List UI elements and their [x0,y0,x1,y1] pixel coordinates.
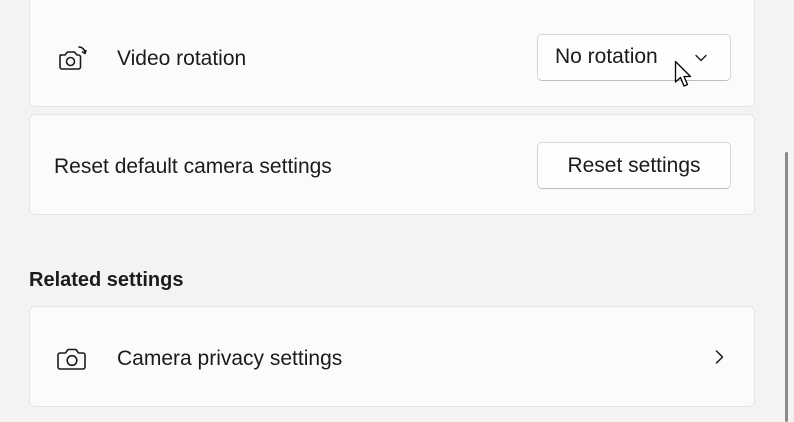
chevron-down-icon [695,54,707,62]
reset-camera-label: Reset default camera settings [54,155,332,178]
video-rotation-dropdown[interactable]: No rotation [537,34,731,81]
related-settings-heading: Related settings [29,269,184,291]
camera-icon [57,348,86,370]
video-rotation-card: Video rotation No rotation [29,0,755,107]
video-rotation-selected-value: No rotation [555,45,658,68]
camera-rotate-icon [59,46,87,70]
camera-privacy-settings-label: Camera privacy settings [117,347,343,370]
video-rotation-label: Video rotation [117,47,247,70]
reset-settings-button[interactable]: Reset settings [537,142,731,189]
reset-camera-card: Reset default camera settings Reset sett… [29,114,755,215]
scrollbar-thumb[interactable] [785,152,788,422]
camera-privacy-settings-card[interactable]: Camera privacy settings [29,306,755,407]
chevron-right-icon [715,350,724,364]
